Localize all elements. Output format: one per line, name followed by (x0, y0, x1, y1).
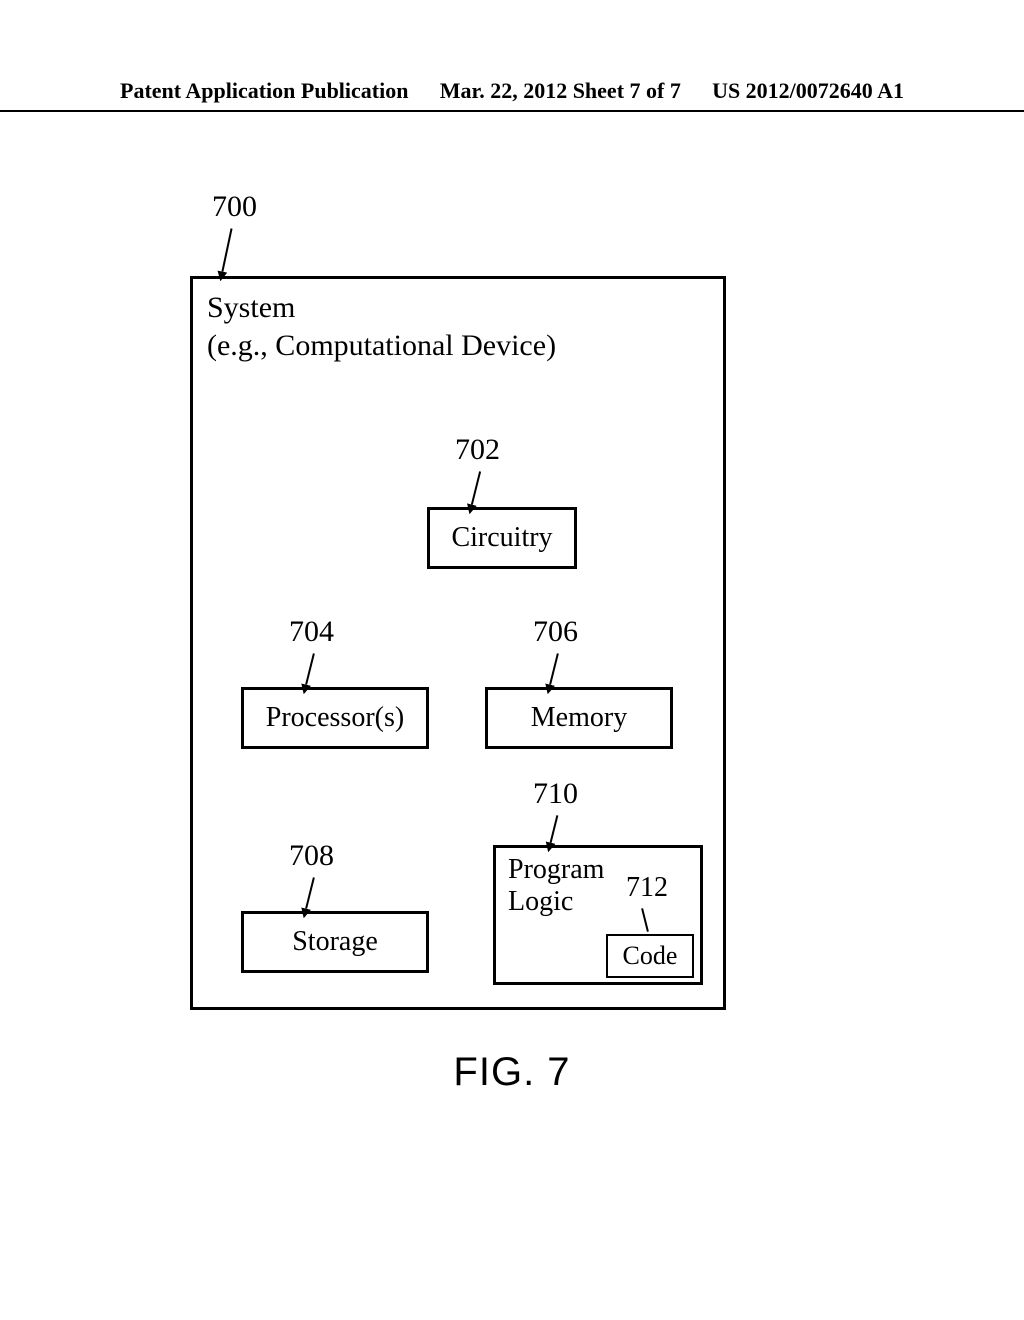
ref-706: 706 (533, 615, 578, 649)
system-title-line1: System (207, 291, 295, 324)
system-title: System (e.g., Computational Device) (207, 289, 556, 364)
leader-702 (471, 471, 481, 504)
program-logic-line1: Program (508, 854, 604, 885)
program-logic-title: Program Logic (508, 854, 604, 918)
circuitry-label: Circuitry (451, 522, 552, 554)
ref-702: 702 (455, 433, 500, 467)
leader-710 (550, 815, 559, 843)
figure-caption: FIG. 7 (0, 1050, 1024, 1095)
figure-7: 700 System (e.g., Computational Device) … (190, 220, 726, 1010)
code-label: Code (623, 941, 678, 971)
memory-label: Memory (531, 702, 627, 734)
ref-710: 710 (533, 777, 578, 811)
program-logic-block: Program Logic 712 Code (493, 845, 703, 985)
storage-block: Storage (241, 911, 429, 973)
ref-712: 712 (626, 872, 668, 904)
memory-block: Memory (485, 687, 673, 749)
circuitry-block: Circuitry (427, 507, 577, 569)
leader-704 (305, 653, 315, 685)
ref-708: 708 (289, 839, 334, 873)
program-logic-line2: Logic (508, 886, 573, 917)
processors-label: Processor(s) (266, 702, 404, 734)
code-block: Code (606, 934, 694, 978)
ref-700: 700 (212, 190, 257, 224)
leader-700 (221, 228, 232, 271)
page-header: Patent Application Publication Mar. 22, … (0, 78, 1024, 112)
header-center: Mar. 22, 2012 Sheet 7 of 7 (440, 78, 681, 104)
system-box: System (e.g., Computational Device) 702 … (190, 276, 726, 1010)
leader-706 (549, 653, 559, 685)
processors-block: Processor(s) (241, 687, 429, 749)
system-title-line2: (e.g., Computational Device) (207, 329, 556, 362)
storage-label: Storage (292, 926, 378, 958)
ref-704: 704 (289, 615, 334, 649)
leader-708 (305, 877, 315, 909)
page-root: Patent Application Publication Mar. 22, … (0, 0, 1024, 1320)
header-right: US 2012/0072640 A1 (712, 78, 904, 104)
leader-712 (641, 908, 649, 932)
header-left: Patent Application Publication (120, 78, 408, 104)
